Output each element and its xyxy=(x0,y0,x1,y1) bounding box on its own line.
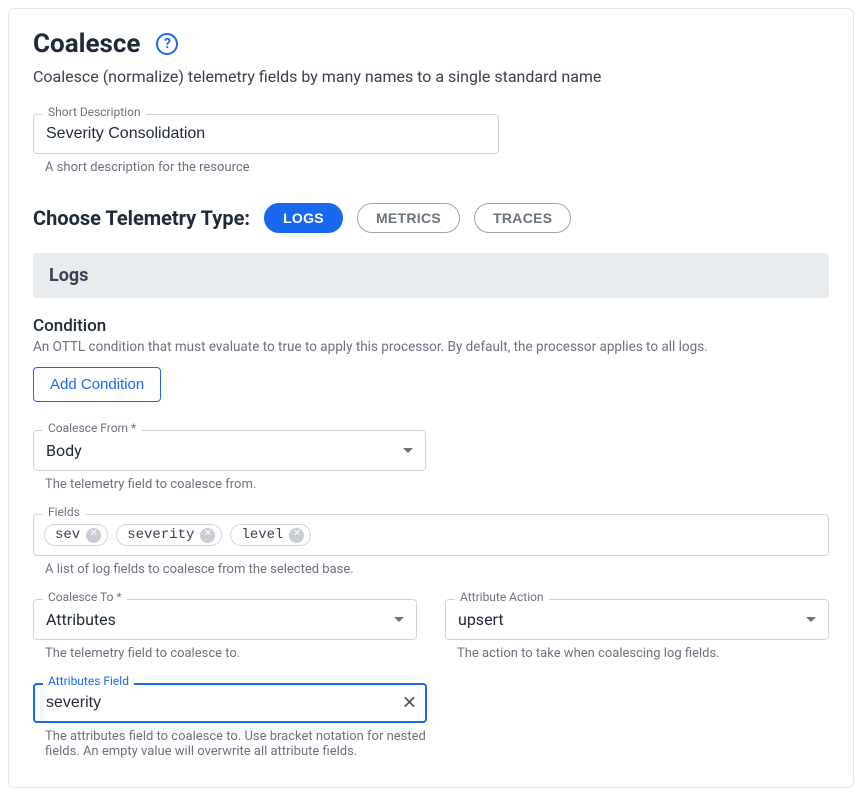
field-chip: sev ✕ xyxy=(44,524,108,546)
coalesce-to-select[interactable]: Attributes xyxy=(33,599,417,640)
fields-chip-input[interactable]: sev ✕ severity ✕ level ✕ xyxy=(33,514,829,556)
coalesce-to-label: Coalesce To * xyxy=(43,590,127,604)
telemetry-type-label: Choose Telemetry Type: xyxy=(33,206,250,230)
attribute-action-value: upsert xyxy=(458,610,504,629)
coalesce-from-helper: The telemetry field to coalesce from. xyxy=(45,477,426,492)
chip-remove-icon[interactable]: ✕ xyxy=(200,528,215,543)
condition-section: Condition An OTTL condition that must ev… xyxy=(33,316,829,424)
coalesce-from-value: Body xyxy=(46,441,82,460)
short-description-helper: A short description for the resource xyxy=(45,160,499,175)
help-glyph: ? xyxy=(164,36,171,52)
fields-group: Fields sev ✕ severity ✕ level ✕ A list o… xyxy=(33,514,829,577)
coalesce-to-value: Attributes xyxy=(46,610,116,629)
chip-text: severity xyxy=(127,527,194,543)
attribute-action-select[interactable]: upsert xyxy=(445,599,829,640)
attributes-field-input[interactable] xyxy=(33,683,427,723)
telemetry-pill-metrics[interactable]: METRICS xyxy=(357,203,460,233)
coalesce-from-group: Coalesce From * Body The telemetry field… xyxy=(33,430,426,492)
page-subtitle: Coalesce (normalize) telemetry fields by… xyxy=(33,67,829,86)
logs-section-banner: Logs xyxy=(33,253,829,298)
clear-input-icon[interactable]: ✕ xyxy=(402,693,417,714)
chevron-down-icon xyxy=(394,617,404,622)
telemetry-pill-traces[interactable]: TRACES xyxy=(474,203,571,233)
field-chip: severity ✕ xyxy=(116,524,222,546)
coalesce-from-label: Coalesce From * xyxy=(43,421,141,435)
telemetry-pill-logs[interactable]: LOGS xyxy=(264,203,343,233)
chip-remove-icon[interactable]: ✕ xyxy=(86,528,101,543)
coalesce-to-helper: The telemetry field to coalesce to. xyxy=(45,646,417,661)
help-icon[interactable]: ? xyxy=(156,33,178,55)
condition-title: Condition xyxy=(33,316,829,336)
add-condition-button[interactable]: Add Condition xyxy=(33,367,161,402)
attribute-action-group: Attribute Action upsert The action to ta… xyxy=(445,599,829,661)
short-description-input[interactable] xyxy=(33,114,499,154)
short-description-label: Short Description xyxy=(43,105,146,119)
chip-remove-icon[interactable]: ✕ xyxy=(289,528,304,543)
short-description-group: Short Description A short description fo… xyxy=(33,114,499,175)
telemetry-type-row: Choose Telemetry Type: LOGS METRICS TRAC… xyxy=(33,203,829,233)
field-chip: level ✕ xyxy=(230,524,311,546)
attributes-field-helper: The attributes field to coalesce to. Use… xyxy=(45,729,427,759)
attribute-action-label: Attribute Action xyxy=(455,590,549,604)
coalesce-from-select[interactable]: Body xyxy=(33,430,426,471)
attribute-action-helper: The action to take when coalescing log f… xyxy=(457,646,829,661)
coalesce-to-group: Coalesce To * Attributes The telemetry f… xyxy=(33,599,417,661)
fields-helper: A list of log fields to coalesce from th… xyxy=(45,562,829,577)
chip-text: level xyxy=(241,527,283,543)
coalesce-to-row: Coalesce To * Attributes The telemetry f… xyxy=(33,599,829,661)
attributes-field-group: Attributes Field ✕ The attributes field … xyxy=(33,683,427,759)
coalesce-config-card: Coalesce ? Coalesce (normalize) telemetr… xyxy=(8,8,854,788)
header-row: Coalesce ? xyxy=(33,29,829,59)
attributes-field-label: Attributes Field xyxy=(43,674,134,688)
fields-label: Fields xyxy=(43,505,85,519)
condition-help: An OTTL condition that must evaluate to … xyxy=(33,339,829,355)
chevron-down-icon xyxy=(806,617,816,622)
chevron-down-icon xyxy=(403,448,413,453)
page-title: Coalesce xyxy=(33,29,140,59)
chip-text: sev xyxy=(55,527,80,543)
